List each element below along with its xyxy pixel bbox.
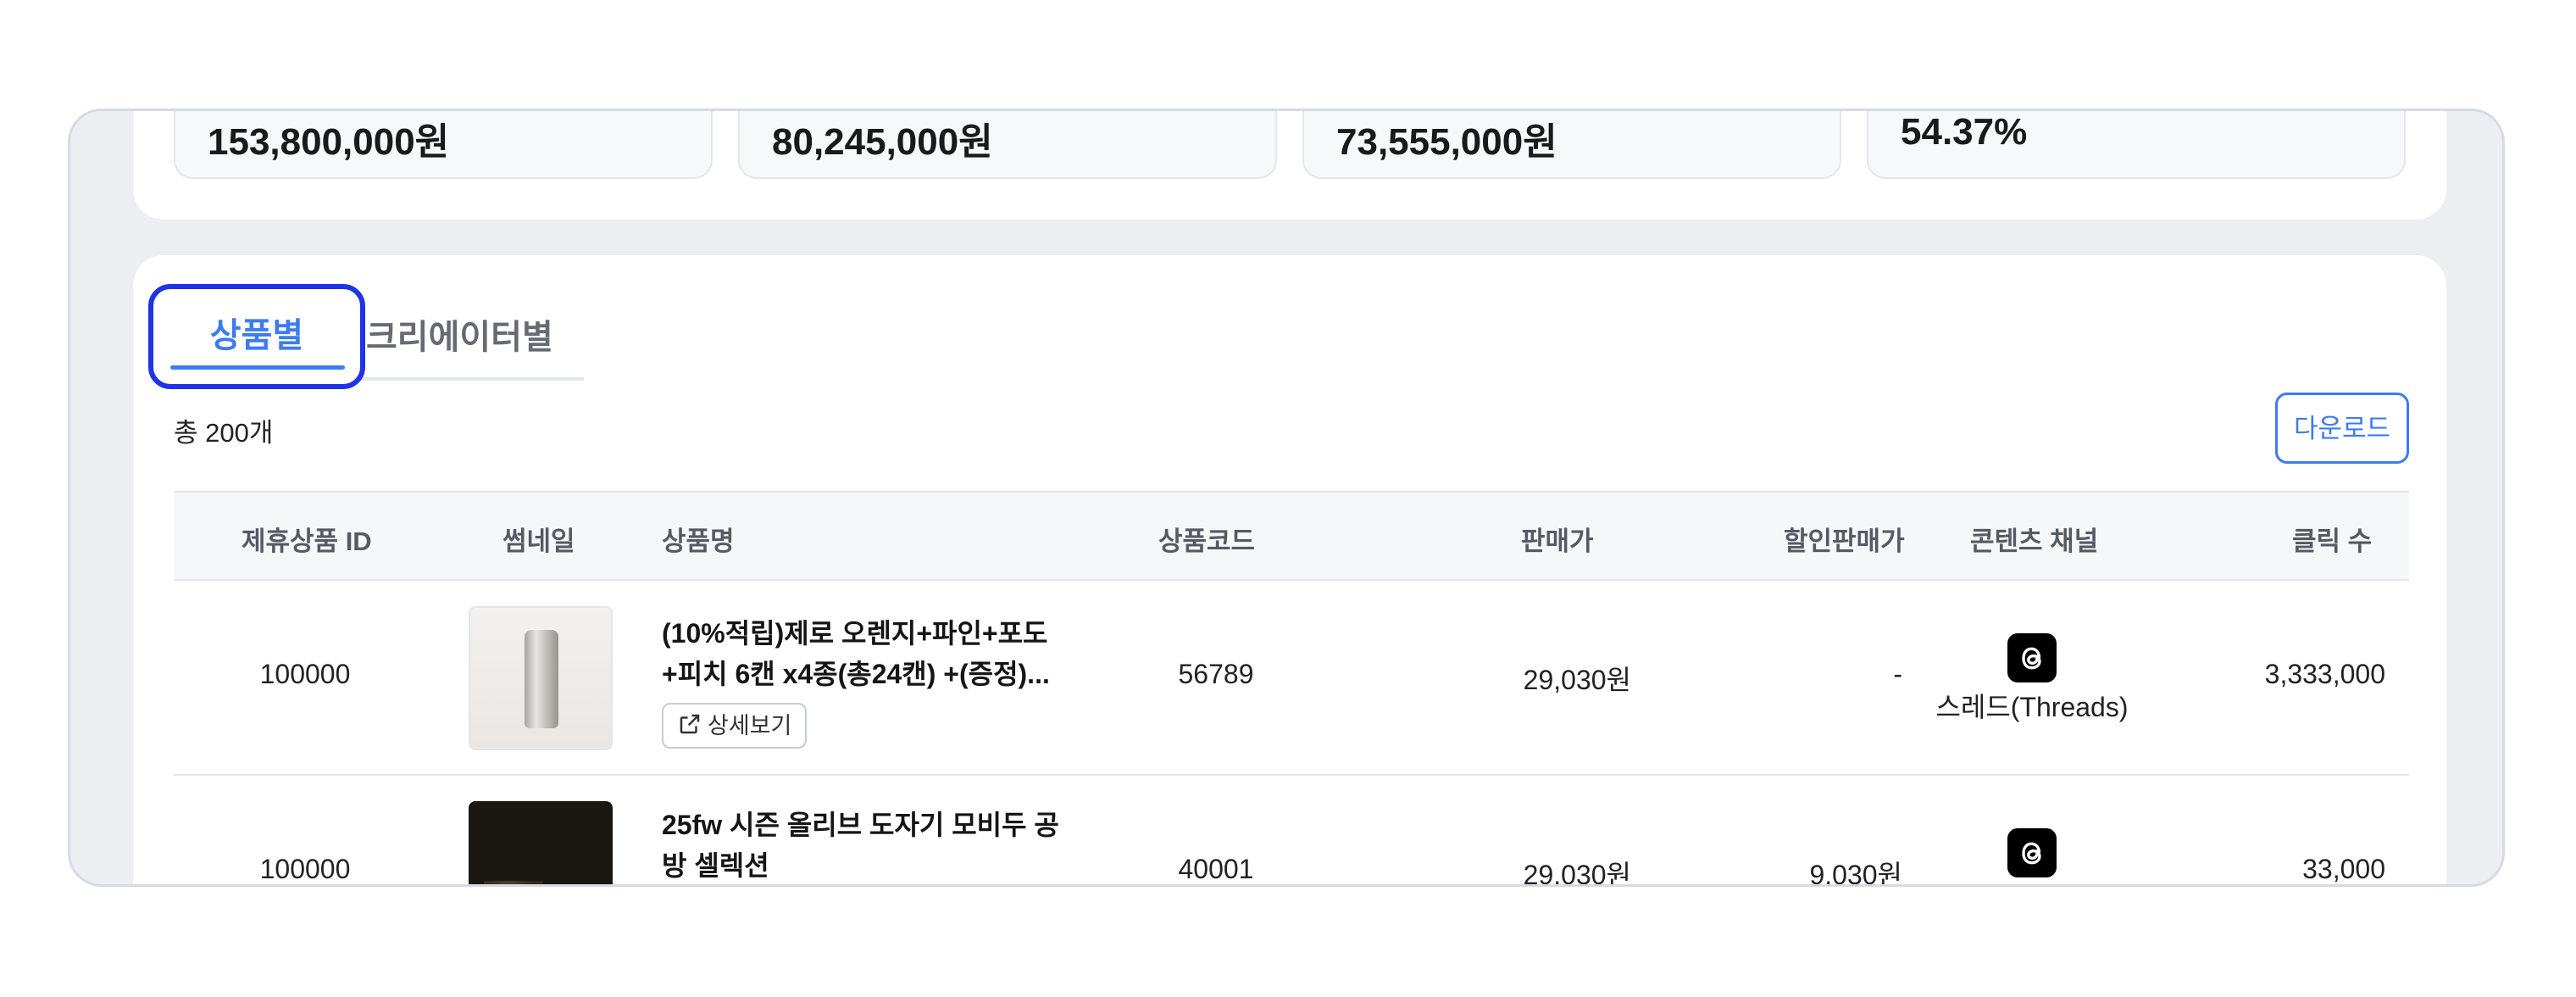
stat-value: 54.37% xyxy=(1901,111,2028,153)
cell-product-code: 56789 xyxy=(1178,659,1254,689)
cell-price: 29,030원 xyxy=(1523,860,1631,887)
cell-affiliate-id: 100000 xyxy=(259,659,351,689)
product-name[interactable]: (10%적립)제로 오렌지+파인+포도 +피치 6캔 x4종(총24캔) +(증… xyxy=(662,613,1102,694)
cell-discount-price: 9,030원 xyxy=(1809,860,1902,887)
stat-card-2: 80,245,000원 xyxy=(738,111,1277,179)
view-detail-button[interactable]: 상세보기 xyxy=(662,703,808,749)
product-name-line2: +피치 6캔 x4종(총24캔) +(증정)... xyxy=(662,659,1050,689)
ceramic-cup-image xyxy=(484,881,543,884)
column-header-product-code[interactable]: 상품코드 xyxy=(1158,520,1255,558)
download-button[interactable]: 다운로드 xyxy=(2275,393,2409,464)
column-header-price[interactable]: 판매가 xyxy=(1521,520,1594,558)
product-name-line2: 방 셀렉션 xyxy=(662,850,769,881)
table-row[interactable]: 100000 25fw 시즌 올리브 도자기 모비두 공 방 셀렉션 40001… xyxy=(174,776,2409,887)
total-count: 총 200개 xyxy=(174,418,274,448)
product-thumbnail xyxy=(469,606,613,750)
column-header-thumbnail: 썸네일 xyxy=(502,526,575,556)
stat-value: 80,245,000원 xyxy=(772,121,993,163)
cell-clicks: 33,000 xyxy=(2302,854,2385,884)
table-header: 제휴상품 ID 썸네일 상품명 상품코드 판매가 할인판매가 콘텐츠 채널 클릭… xyxy=(174,491,2409,581)
tab-label: 상품별 xyxy=(209,317,304,354)
threads-glyph xyxy=(2022,842,2041,865)
product-name[interactable]: 25fw 시즌 올리브 도자기 모비두 공 방 셀렉션 xyxy=(662,805,1102,884)
column-header-product-name[interactable]: 상품명 xyxy=(662,520,735,558)
view-detail-label: 상세보기 xyxy=(708,713,792,738)
tab-by-product[interactable]: 상품별 xyxy=(148,284,365,389)
stat-card-rate: 54.37% xyxy=(1867,111,2406,179)
column-header-clicks[interactable]: 클릭 수 xyxy=(2292,520,2372,558)
cell-discount-price: - xyxy=(1893,659,1902,689)
stat-card-3: 73,555,000원 xyxy=(1302,111,1841,179)
cell-product-code: 40001 xyxy=(1178,854,1254,884)
column-header-affiliate-id[interactable]: 제휴상품 ID xyxy=(242,520,372,558)
cell-price: 29,030원 xyxy=(1523,665,1631,695)
product-list-card: 상품별 크리에이터별 총 200개 다운로드 제휴상품 ID 썸네일 상품명 상… xyxy=(133,255,2446,887)
stat-card-total-sales: 153,800,000원 xyxy=(174,111,713,179)
column-header-discount-price[interactable]: 할인판매가 xyxy=(1784,520,1905,558)
cell-clicks: 3,333,000 xyxy=(2264,659,2385,689)
product-name-line1: (10%적립)제로 오렌지+파인+포도 xyxy=(662,618,1048,649)
product-name-line1: 25fw 시즌 올리브 도자기 모비두 공 xyxy=(662,810,1059,840)
stat-value: 73,555,000원 xyxy=(1336,121,1557,163)
external-link-icon xyxy=(680,714,700,734)
threads-icon xyxy=(2007,828,2057,877)
cell-affiliate-id: 100000 xyxy=(259,854,351,884)
tab-active-indicator xyxy=(170,365,345,370)
threads-glyph xyxy=(2022,647,2041,670)
tab-by-creator[interactable]: 크리에이터별 xyxy=(366,309,553,359)
silver-can-image xyxy=(525,630,558,728)
stats-card: 153,800,000원 80,245,000원 73,555,000원 54.… xyxy=(133,111,2446,220)
table-row[interactable]: 100000 (10%적립)제로 오렌지+파인+포도 +피치 6캔 x4종(총2… xyxy=(174,581,2409,776)
app-frame: 153,800,000원 80,245,000원 73,555,000원 54.… xyxy=(68,109,2505,887)
stat-value: 153,800,000원 xyxy=(208,121,450,163)
channel-label: 스레드(Threads) xyxy=(1935,692,2129,722)
threads-icon xyxy=(2007,633,2057,682)
product-thumbnail xyxy=(469,801,613,884)
column-header-content-channel: 콘텐츠 채널 xyxy=(1970,526,2099,556)
